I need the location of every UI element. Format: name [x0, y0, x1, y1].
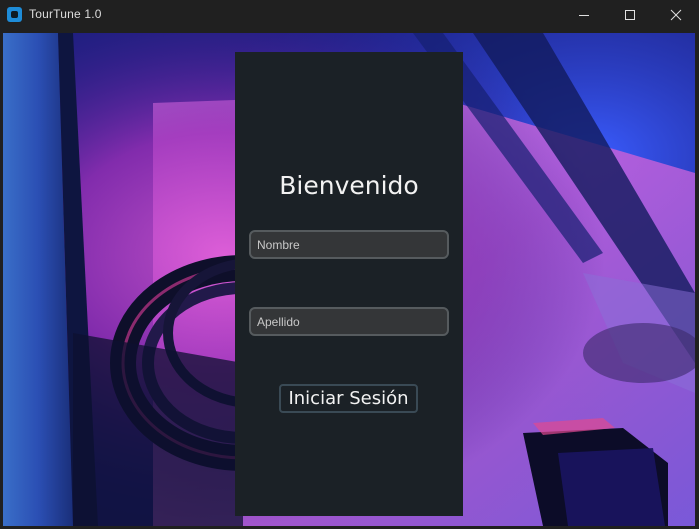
login-button[interactable]: Iniciar Sesión	[279, 384, 418, 413]
maximize-icon	[625, 10, 635, 20]
minimize-button[interactable]	[561, 0, 607, 30]
last-name-input[interactable]	[249, 307, 449, 336]
app-logo-icon	[7, 7, 22, 22]
close-button[interactable]	[653, 0, 699, 30]
title-bar[interactable]: TourTune 1.0	[0, 0, 699, 30]
maximize-button[interactable]	[607, 0, 653, 30]
welcome-heading: Bienvenido	[279, 171, 419, 200]
close-icon	[670, 9, 682, 21]
minimize-icon	[579, 15, 589, 16]
first-name-input[interactable]	[249, 230, 449, 259]
window-title: TourTune 1.0	[29, 7, 102, 21]
login-panel: Bienvenido Iniciar Sesión	[235, 52, 463, 516]
login-screen: Bienvenido Iniciar Sesión	[3, 33, 695, 526]
app-window: TourTune 1.0 Bienvenido Nombre Apellido …	[0, 0, 699, 529]
